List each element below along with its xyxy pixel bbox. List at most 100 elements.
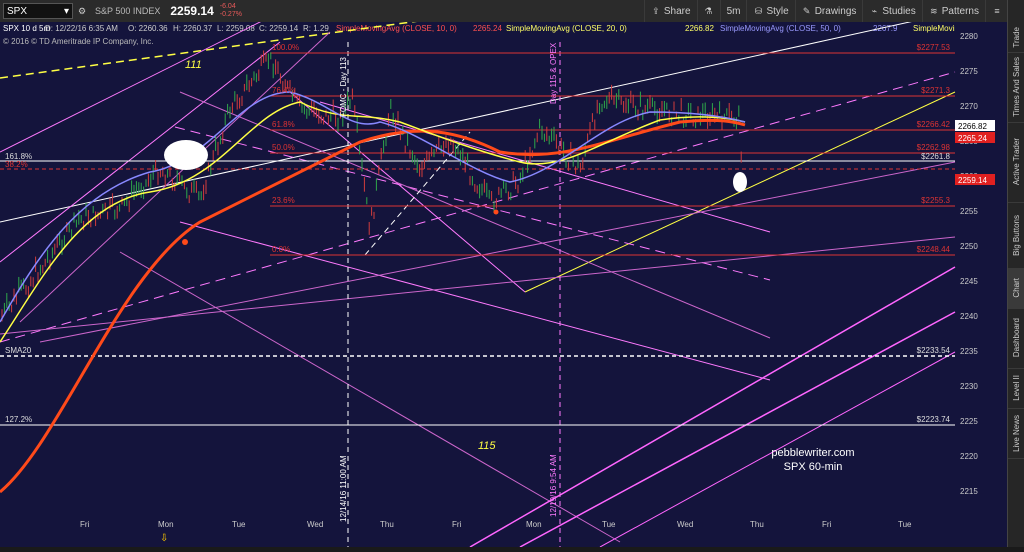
time-tick: Fri — [80, 520, 90, 529]
change-value: -6.04 — [219, 3, 236, 10]
level-label: $2248.44 — [917, 245, 951, 254]
patterns-button[interactable]: ≋ Patterns — [921, 0, 985, 22]
share-button[interactable]: ⇪ Share — [643, 0, 697, 22]
menu-icon: ≡ — [994, 6, 1000, 16]
level-label: $2261.8 — [921, 152, 950, 161]
header-open: O: 2260.36 — [128, 24, 168, 33]
header-info: SPX 10 d 5m — [3, 24, 50, 33]
time-tick: Mon — [158, 520, 174, 529]
time-tick: Thu — [750, 520, 764, 529]
studies-button[interactable]: ⌁ Studies — [862, 0, 921, 22]
symbol-selector[interactable]: SPX ▾ — [3, 3, 73, 19]
symbol-name: S&P 500 INDEX — [95, 6, 161, 16]
flask-button[interactable]: ⚗ — [696, 0, 720, 22]
tab-active-trader[interactable]: Active Trader — [1008, 122, 1024, 203]
last-price: 2259.14 — [170, 4, 214, 18]
tab-dashboard[interactable]: Dashboard — [1008, 308, 1024, 369]
tab-big-buttons[interactable]: Big Buttons — [1008, 202, 1024, 269]
level-label: $2223.74 — [917, 415, 951, 424]
fib-label: 100.0% — [272, 43, 299, 52]
level-label: $2255.3 — [921, 196, 950, 205]
tab-label: Chart — [1011, 278, 1021, 298]
flask-icon: ⚗ — [704, 6, 713, 16]
tab-label: Live News — [1011, 414, 1021, 452]
fomc-label: FOMC - Day 113 — [339, 57, 348, 117]
sma10-line — [0, 91, 746, 323]
gear-icon[interactable]: ⚙ — [77, 6, 87, 16]
tab-label: Trade — [1011, 26, 1021, 48]
menu-button[interactable]: ≡ — [985, 0, 1008, 22]
tab-label: Level II — [1011, 375, 1021, 401]
header-high: H: 2260.37 — [173, 24, 213, 33]
price-badge: 2265.24 — [958, 134, 987, 143]
header-low: L: 2259.08 — [217, 24, 255, 33]
highlight-oval-left — [164, 140, 208, 170]
vline-date-2: 12/19/16 9:54 AM — [549, 454, 558, 517]
tab-chart[interactable]: Chart — [1008, 268, 1024, 309]
horizontal-levels — [0, 52, 955, 426]
copyright: © 2016 © TD Ameritrade IP Company, Inc. — [3, 37, 154, 46]
highlight-oval-right — [733, 172, 747, 192]
price-tick: 2240 — [960, 312, 978, 321]
header-range: R: 1.29 — [303, 24, 329, 33]
top-toolbar: SPX ▾ ⚙ S&P 500 INDEX 2259.14 -6.04 -0.2… — [0, 0, 1008, 23]
tab-trade[interactable]: Trade — [1008, 22, 1024, 53]
style-label: Style — [766, 5, 789, 17]
tab-label: Times And Sales — [1011, 57, 1021, 117]
candlesticks — [1, 50, 742, 322]
price-chart[interactable]: SPX 10 d 5m D: 12/22/16 6:35 AM O: 2260.… — [0, 11, 1008, 548]
drawings-button[interactable]: ✎ Drawings — [794, 0, 863, 22]
price-tick: 2280 — [960, 32, 978, 41]
fib-label: 38.2% — [5, 160, 28, 169]
sma20-label: SimpleMovingAvg (CLOSE, 20, 0) — [506, 24, 627, 33]
marker-dot — [182, 239, 188, 245]
price-badge: 2259.14 — [958, 176, 987, 185]
tab-live-news[interactable]: Live News — [1008, 408, 1024, 459]
price-tick: 2225 — [960, 417, 978, 426]
fib-label: 76.4% — [272, 86, 295, 95]
time-tick: Tue — [232, 520, 246, 529]
tab-level-ii[interactable]: Level II — [1008, 368, 1024, 409]
price-badge: 2266.82 — [958, 122, 987, 131]
time-tick: Mon — [526, 520, 542, 529]
tab-label: Dashboard — [1011, 318, 1021, 358]
sma10-label: SimpleMovingAvg (CLOSE, 10, 0) — [336, 24, 457, 33]
sma50-label: SimpleMovingAvg (CLOSE, 50, 0) — [720, 24, 841, 33]
level-label: $2262.98 — [917, 143, 951, 152]
timeframe-button[interactable]: 5m — [719, 0, 747, 22]
opex-label: Day 115 & OPEX — [549, 42, 558, 104]
header-close: C: 2259.14 — [259, 24, 299, 33]
level-label: $2277.53 — [917, 43, 951, 52]
arrow-marker-icon: ⇩ — [160, 533, 168, 544]
price-tick: 2230 — [960, 382, 978, 391]
share-label: Share — [663, 5, 691, 17]
time-tick: Wed — [677, 520, 693, 529]
right-sidebar: Trade Times And Sales Active Trader Big … — [1007, 0, 1024, 547]
tab-times-and-sales[interactable]: Times And Sales — [1008, 52, 1024, 123]
level-label: $2266.42 — [917, 120, 951, 129]
wave-label-111: 111 — [185, 59, 202, 71]
drawings-label: Drawings — [814, 5, 857, 17]
tab-label: Active Trader — [1011, 138, 1021, 186]
sma10-value: 2265.24 — [473, 24, 502, 33]
price-tick: 2275 — [960, 67, 978, 76]
tab-label: Big Buttons — [1011, 214, 1021, 256]
sma50-line — [0, 118, 746, 494]
change-percent: -0.27% — [219, 11, 242, 18]
fib-label: 61.8% — [272, 120, 295, 129]
time-tick: Thu — [380, 520, 394, 529]
style-icon: ⛁ — [754, 6, 763, 16]
header-datetime: D: 12/22/16 6:35 AM — [45, 24, 118, 33]
time-tick: Wed — [307, 520, 323, 529]
share-icon: ⇪ — [652, 6, 660, 16]
level-label: $2233.54 — [917, 346, 951, 355]
change-block: -6.04 -0.27% — [220, 3, 242, 19]
time-axis[interactable]: Fri Mon Tue Wed Thu Fri Mon Tue Wed Thu Fri Tue — [80, 520, 912, 529]
time-tick: Tue — [602, 520, 616, 529]
level-label: $2271.3 — [921, 86, 950, 95]
studies-label: Studies — [882, 5, 916, 17]
symbol-text: SPX — [7, 5, 28, 17]
style-button[interactable]: ⛁ Style — [746, 0, 794, 22]
vline-date-1: 12/14/16 11:00 AM — [339, 455, 348, 522]
fib-label: 50.0% — [272, 143, 295, 152]
